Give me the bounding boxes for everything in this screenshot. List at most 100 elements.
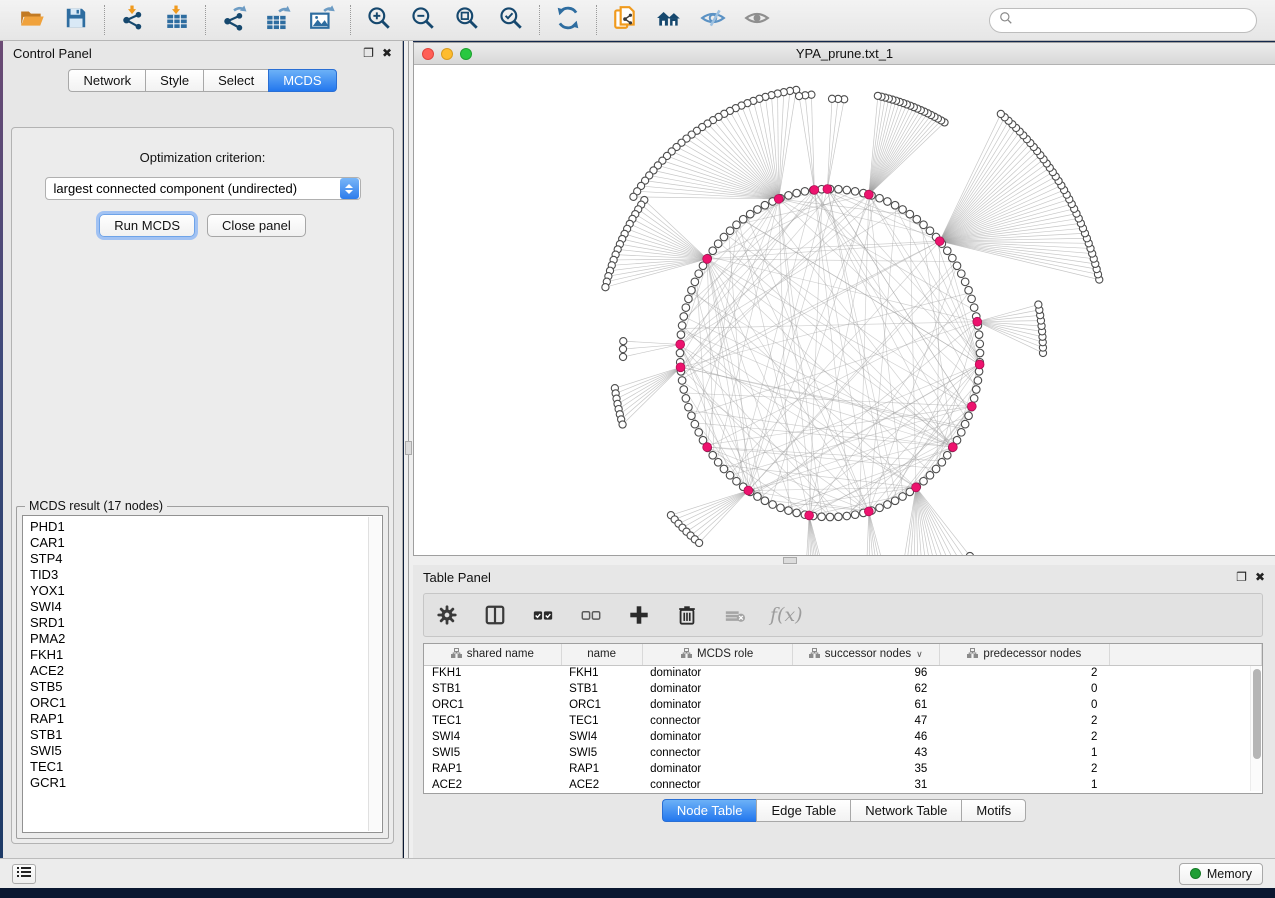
network-node[interactable] [619,353,626,360]
mcds-node[interactable] [912,483,921,492]
network-node[interactable] [680,386,688,394]
network-node[interactable] [720,465,728,473]
network-node[interactable] [876,194,884,202]
network-node[interactable] [920,477,928,485]
network-node[interactable] [733,221,741,229]
network-node[interactable] [957,429,965,437]
open-file-button[interactable] [10,3,54,37]
save-session-button[interactable] [54,3,98,37]
mcds-node[interactable] [703,443,712,452]
network-node[interactable] [818,513,826,521]
network-node[interactable] [965,412,973,420]
network-node[interactable] [926,471,934,479]
close-panel-icon[interactable]: ✖ [382,47,392,59]
network-node[interactable] [943,247,951,255]
tab-mcds[interactable]: MCDS [268,69,336,92]
table-row[interactable]: STB1STB1dominator620 [424,681,1262,697]
search-box[interactable] [989,8,1257,33]
mcds-result-item[interactable]: ORC1 [30,695,382,711]
vertical-splitter[interactable] [404,41,413,858]
mcds-node[interactable] [774,194,783,203]
mcds-result-item[interactable]: PHD1 [30,519,382,535]
export-image-button[interactable] [300,3,344,37]
network-node[interactable] [769,501,777,509]
run-mcds-button[interactable]: Run MCDS [99,214,195,237]
mcds-result-item[interactable]: SWI5 [30,743,382,759]
tab-motifs[interactable]: Motifs [961,799,1026,822]
table-row[interactable]: ORC1ORC1dominator610 [424,697,1262,713]
table-scrollbar[interactable] [1250,666,1261,791]
network-node[interactable] [685,403,693,411]
table-row[interactable]: SWI4SWI4dominator462 [424,729,1262,745]
zoom-selected-button[interactable] [489,3,533,37]
network-node[interactable] [795,92,802,99]
network-node[interactable] [709,451,717,459]
network-node[interactable] [913,215,921,223]
network-node[interactable] [920,221,928,229]
column-header-name[interactable]: name [561,644,642,665]
network-node[interactable] [785,507,793,515]
tab-network-table[interactable]: Network Table [850,799,961,822]
tab-select[interactable]: Select [203,69,268,92]
network-node[interactable] [619,345,626,352]
network-node[interactable] [709,247,717,255]
network-node[interactable] [826,513,834,521]
mcds-result-item[interactable]: TID3 [30,567,382,583]
network-node[interactable] [835,513,843,521]
network-node[interactable] [619,421,626,428]
network-node[interactable] [754,493,762,501]
zoom-fit-button[interactable] [445,3,489,37]
tab-node-table[interactable]: Node Table [662,799,757,822]
network-node[interactable] [688,286,696,294]
network-node[interactable] [843,512,851,520]
mcds-result-item[interactable]: YOX1 [30,583,382,599]
network-node[interactable] [884,501,892,509]
network-node[interactable] [975,331,983,339]
network-node[interactable] [676,349,684,357]
network-node[interactable] [682,395,690,403]
mcds-node[interactable] [948,443,957,452]
network-node[interactable] [961,278,969,286]
task-history-button[interactable] [12,864,36,884]
network-node[interactable] [976,340,984,348]
mcds-result-item[interactable]: PMA2 [30,631,382,647]
close-panel-icon[interactable]: ✖ [1255,571,1265,583]
mcds-result-item[interactable]: STB5 [30,679,382,695]
network-node[interactable] [891,201,899,209]
close-panel-button[interactable]: Close panel [207,214,306,237]
network-node[interactable] [680,313,688,321]
optimization-criterion-dropdown[interactable]: largest connected component (undirected) [45,177,361,200]
network-node[interactable] [884,198,892,206]
network-node[interactable] [695,429,703,437]
network-node[interactable] [733,477,741,485]
float-panel-icon[interactable]: ❐ [363,47,374,59]
network-node[interactable] [1035,301,1042,308]
delete-column-trash-icon[interactable] [674,602,700,628]
network-node[interactable] [835,185,843,193]
deselect-all-checkboxes-icon[interactable] [578,602,604,628]
mcds-result-item[interactable]: SWI4 [30,599,382,615]
network-node[interactable] [785,192,793,200]
tab-edge-table[interactable]: Edge Table [756,799,850,822]
mcds-list-scrollbar[interactable] [368,517,381,831]
network-node[interactable] [801,188,809,196]
mcds-node[interactable] [967,402,976,411]
network-node[interactable] [726,471,734,479]
import-table-button[interactable] [155,3,199,37]
network-node[interactable] [972,386,980,394]
mcds-result-item[interactable]: SRD1 [30,615,382,631]
export-table-button[interactable] [256,3,300,37]
network-node[interactable] [726,227,734,235]
float-panel-icon[interactable]: ❐ [1236,571,1247,583]
table-options-gear-icon[interactable] [434,602,460,628]
network-node[interactable] [630,193,637,200]
network-node[interactable] [876,504,884,512]
search-input[interactable] [1019,13,1247,27]
network-node[interactable] [688,412,696,420]
mcds-node[interactable] [744,486,753,495]
splitter-grip[interactable] [405,441,412,455]
hide-selected-button[interactable] [691,3,735,37]
first-neighbors-button[interactable] [647,3,691,37]
network-node[interactable] [961,420,969,428]
network-node[interactable] [714,240,722,248]
